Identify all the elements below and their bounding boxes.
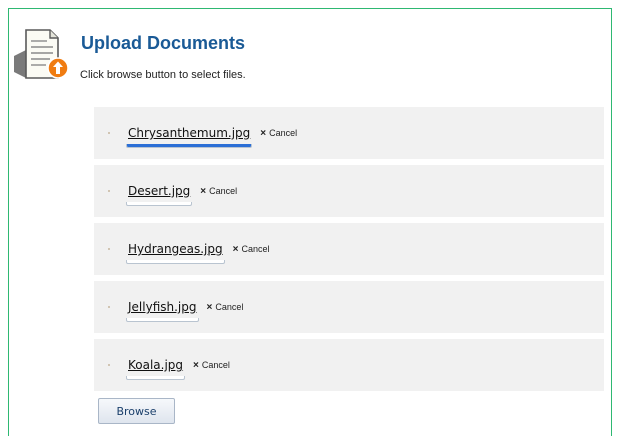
file-name: Desert.jpg bbox=[128, 184, 191, 198]
file-entry: Chrysanthemum.jpg × Cancel bbox=[126, 124, 297, 148]
document-upload-icon bbox=[14, 29, 69, 79]
cancel-button[interactable]: × Cancel bbox=[233, 243, 270, 256]
cancel-label: Cancel bbox=[241, 244, 270, 254]
file-entry: Jellyfish.jpg × Cancel bbox=[126, 298, 243, 322]
cancel-button[interactable]: × Cancel bbox=[193, 359, 230, 372]
page-title: Upload Documents bbox=[81, 33, 246, 53]
page-subtitle: Click browse button to select files. bbox=[80, 69, 246, 81]
bullet-dot bbox=[108, 306, 110, 308]
file-row: Hydrangeas.jpg × Cancel bbox=[94, 223, 604, 275]
bullet-dot bbox=[108, 248, 110, 250]
file-entry: Desert.jpg × Cancel bbox=[126, 182, 237, 206]
close-icon: × bbox=[200, 186, 207, 197]
close-icon: × bbox=[206, 302, 213, 313]
cancel-label: Cancel bbox=[201, 360, 230, 370]
file-entry: Hydrangeas.jpg × Cancel bbox=[126, 240, 269, 264]
upload-progress-bar bbox=[126, 376, 186, 380]
cancel-label: Cancel bbox=[215, 302, 244, 312]
cancel-button[interactable]: × Cancel bbox=[207, 301, 244, 314]
file-row: Jellyfish.jpg × Cancel bbox=[94, 281, 604, 333]
file-row: Chrysanthemum.jpg × Cancel bbox=[94, 107, 604, 159]
close-icon: × bbox=[193, 360, 199, 371]
cancel-button[interactable]: × Cancel bbox=[260, 127, 297, 140]
upload-progress-fill bbox=[127, 144, 252, 147]
file-list: Chrysanthemum.jpg × Cancel Desert.jpg × Ca… bbox=[94, 107, 604, 397]
close-icon: × bbox=[232, 244, 239, 255]
bullet-dot bbox=[108, 364, 110, 366]
upload-progress-bar bbox=[126, 260, 225, 264]
upload-progress-bar bbox=[126, 144, 253, 148]
browse-button[interactable]: Browse bbox=[98, 398, 175, 424]
upload-progress-bar bbox=[126, 318, 199, 322]
close-icon: × bbox=[260, 128, 267, 139]
file-entry: Koala.jpg × Cancel bbox=[126, 356, 230, 380]
file-row: Koala.jpg × Cancel bbox=[94, 339, 604, 391]
upload-progress-bar bbox=[126, 202, 193, 206]
cancel-button[interactable]: × Cancel bbox=[200, 185, 237, 198]
cancel-label: Cancel bbox=[269, 128, 298, 138]
file-name: Jellyfish.jpg bbox=[128, 300, 197, 314]
bullet-dot bbox=[108, 190, 110, 192]
file-name: Koala.jpg bbox=[128, 358, 184, 372]
cancel-label: Cancel bbox=[209, 186, 238, 196]
file-row: Desert.jpg × Cancel bbox=[94, 165, 604, 217]
bullet-dot bbox=[108, 132, 110, 134]
file-name: Chrysanthemum.jpg bbox=[128, 126, 251, 140]
file-name: Hydrangeas.jpg bbox=[128, 242, 223, 256]
